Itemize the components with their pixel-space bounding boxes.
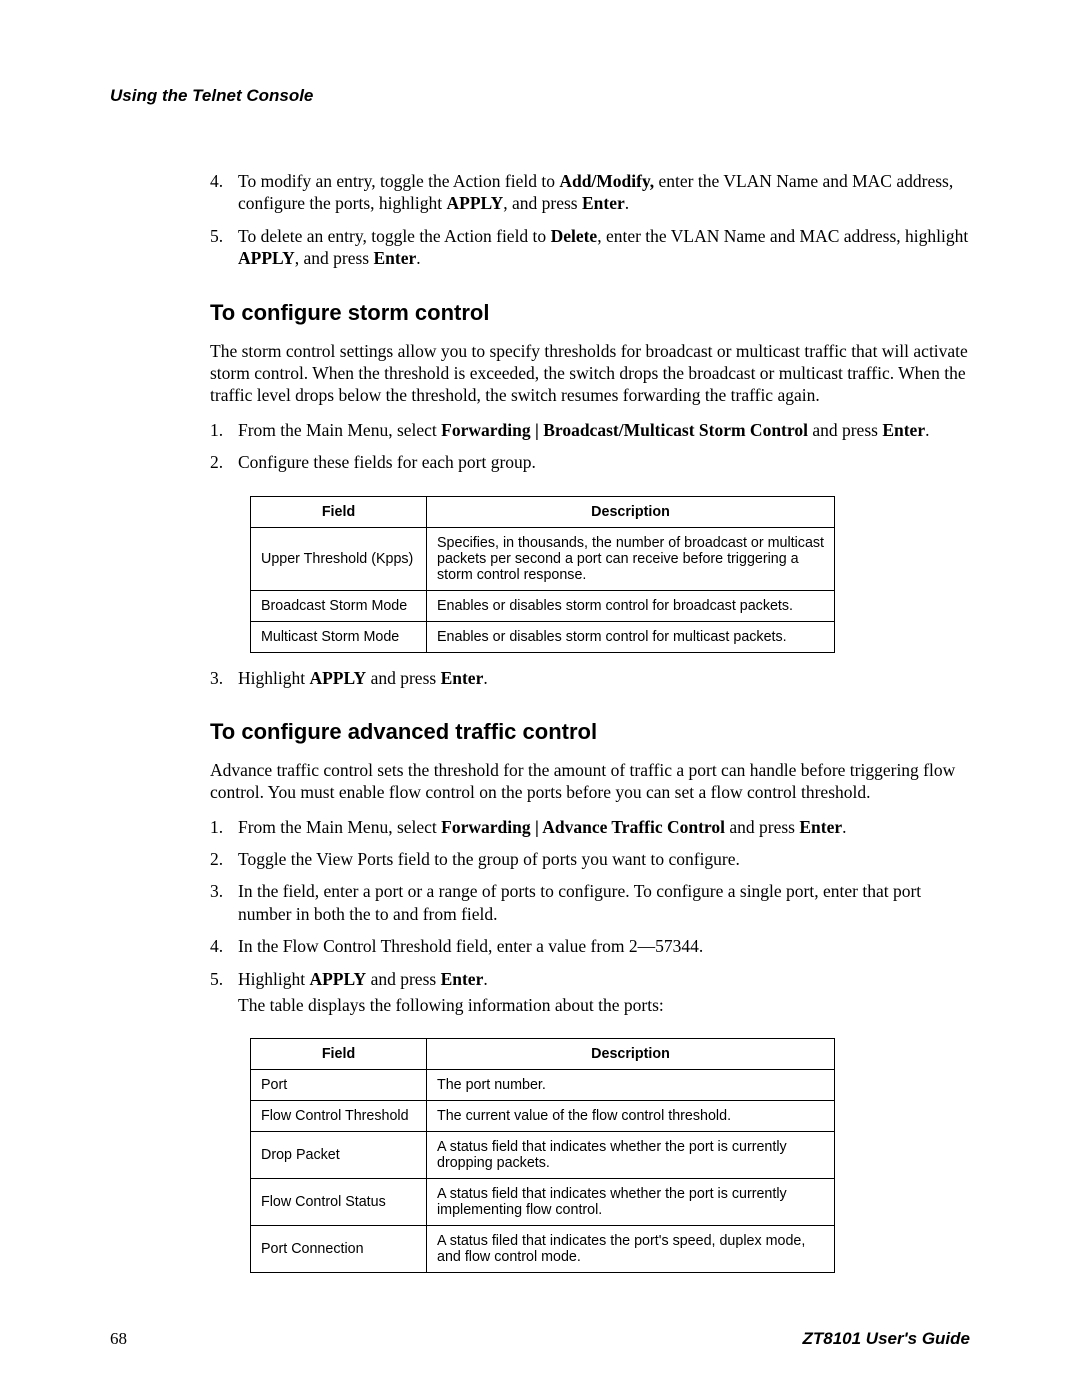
- list-number: 4.: [210, 935, 223, 957]
- table-head-desc: Description: [427, 496, 835, 527]
- table-cell-field: Flow Control Threshold: [251, 1101, 427, 1132]
- list-number: 5.: [210, 225, 223, 247]
- footer: 68 ZT8101 User's Guide: [110, 1329, 970, 1349]
- list-text: To delete an entry, toggle the Action fi…: [238, 226, 968, 268]
- table-row: Broadcast Storm ModeEnables or disables …: [251, 590, 835, 621]
- table-row: Flow Control StatusA status field that i…: [251, 1179, 835, 1226]
- table-cell-desc: Enables or disables storm control for mu…: [427, 621, 835, 652]
- list-number: 2.: [210, 848, 223, 870]
- section-heading-traffic: To configure advanced traffic control: [210, 719, 970, 745]
- table-cell-desc: The current value of the flow control th…: [427, 1101, 835, 1132]
- table-cell-field: Flow Control Status: [251, 1179, 427, 1226]
- table-cell-field: Drop Packet: [251, 1132, 427, 1179]
- section1-list: 1. From the Main Menu, select Forwarding …: [210, 419, 970, 474]
- storm-table: Field Description Upper Threshold (Kpps)…: [250, 496, 835, 653]
- page: Using the Telnet Console 4. To modify an …: [0, 0, 1080, 1397]
- list-item: 4. In the Flow Control Threshold field, e…: [210, 935, 970, 957]
- traffic-table: Field Description PortThe port number.Fl…: [250, 1038, 835, 1273]
- table-head-field: Field: [251, 496, 427, 527]
- list-item: 4. To modify an entry, toggle the Action …: [210, 170, 970, 215]
- list-text: Configure these fields for each port gro…: [238, 452, 536, 472]
- table-cell-desc: A status filed that indicates the port's…: [427, 1226, 835, 1273]
- list-number: 3.: [210, 880, 223, 902]
- guide-label: ZT8101 User's Guide: [802, 1329, 970, 1349]
- section1-list-after: 3. Highlight APPLY and press Enter.: [210, 667, 970, 689]
- intro-list: 4. To modify an entry, toggle the Action …: [210, 170, 970, 270]
- table-row: Multicast Storm ModeEnables or disables …: [251, 621, 835, 652]
- section-heading-storm: To configure storm control: [210, 300, 970, 326]
- list-text: In the Flow Control Threshold field, ent…: [238, 936, 703, 956]
- table-head-desc: Description: [427, 1039, 835, 1070]
- table-cell-field: Multicast Storm Mode: [251, 621, 427, 652]
- table-cell-field: Upper Threshold (Kpps): [251, 527, 427, 590]
- list-number: 2.: [210, 451, 223, 473]
- list-number: 3.: [210, 667, 223, 689]
- list-item: 5. To delete an entry, toggle the Action …: [210, 225, 970, 270]
- list-item: 2. Toggle the View Ports field to the gro…: [210, 848, 970, 870]
- table-row: Port ConnectionA status filed that indic…: [251, 1226, 835, 1273]
- list-item: 2. Configure these fields for each port g…: [210, 451, 970, 473]
- table-cell-field: Broadcast Storm Mode: [251, 590, 427, 621]
- section2-para: Advance traffic control sets the thresho…: [210, 759, 970, 804]
- table-row: Drop PacketA status field that indicates…: [251, 1132, 835, 1179]
- table-cell-desc: The port number.: [427, 1070, 835, 1101]
- list-item: 1. From the Main Menu, select Forwarding …: [210, 816, 970, 838]
- list-text: From the Main Menu, select Forwarding | …: [238, 817, 847, 837]
- list-text: From the Main Menu, select Forwarding | …: [238, 420, 929, 440]
- list-text: Highlight APPLY and press Enter.: [238, 969, 488, 989]
- table-row: Flow Control ThresholdThe current value …: [251, 1101, 835, 1132]
- section1-para: The storm control settings allow you to …: [210, 340, 970, 407]
- list-item: 5. Highlight APPLY and press Enter. The ta…: [210, 968, 970, 1017]
- table-head-field: Field: [251, 1039, 427, 1070]
- table-row: Upper Threshold (Kpps)Specifies, in thou…: [251, 527, 835, 590]
- running-heading: Using the Telnet Console: [110, 86, 970, 106]
- list-number: 5.: [210, 968, 223, 990]
- list-text: Toggle the View Ports field to the group…: [238, 849, 740, 869]
- section2-list: 1. From the Main Menu, select Forwarding …: [210, 816, 970, 1017]
- body-content: 4. To modify an entry, toggle the Action …: [110, 170, 970, 1273]
- list-item: 3. In the field, enter a port or a range …: [210, 880, 970, 925]
- list-number: 4.: [210, 170, 223, 192]
- table-cell-desc: Enables or disables storm control for br…: [427, 590, 835, 621]
- table-cell-field: Port: [251, 1070, 427, 1101]
- table-cell-desc: Specifies, in thousands, the number of b…: [427, 527, 835, 590]
- list-subtext: The table displays the following informa…: [238, 994, 970, 1016]
- list-number: 1.: [210, 816, 223, 838]
- table-cell-desc: A status field that indicates whether th…: [427, 1132, 835, 1179]
- list-item: 1. From the Main Menu, select Forwarding …: [210, 419, 970, 441]
- table-cell-desc: A status field that indicates whether th…: [427, 1179, 835, 1226]
- list-item: 3. Highlight APPLY and press Enter.: [210, 667, 970, 689]
- table-cell-field: Port Connection: [251, 1226, 427, 1273]
- table-row: PortThe port number.: [251, 1070, 835, 1101]
- list-text: Highlight APPLY and press Enter.: [238, 668, 488, 688]
- page-number: 68: [110, 1329, 127, 1349]
- list-text: To modify an entry, toggle the Action fi…: [238, 171, 953, 213]
- list-text: In the field, enter a port or a range of…: [238, 881, 921, 923]
- list-number: 1.: [210, 419, 223, 441]
